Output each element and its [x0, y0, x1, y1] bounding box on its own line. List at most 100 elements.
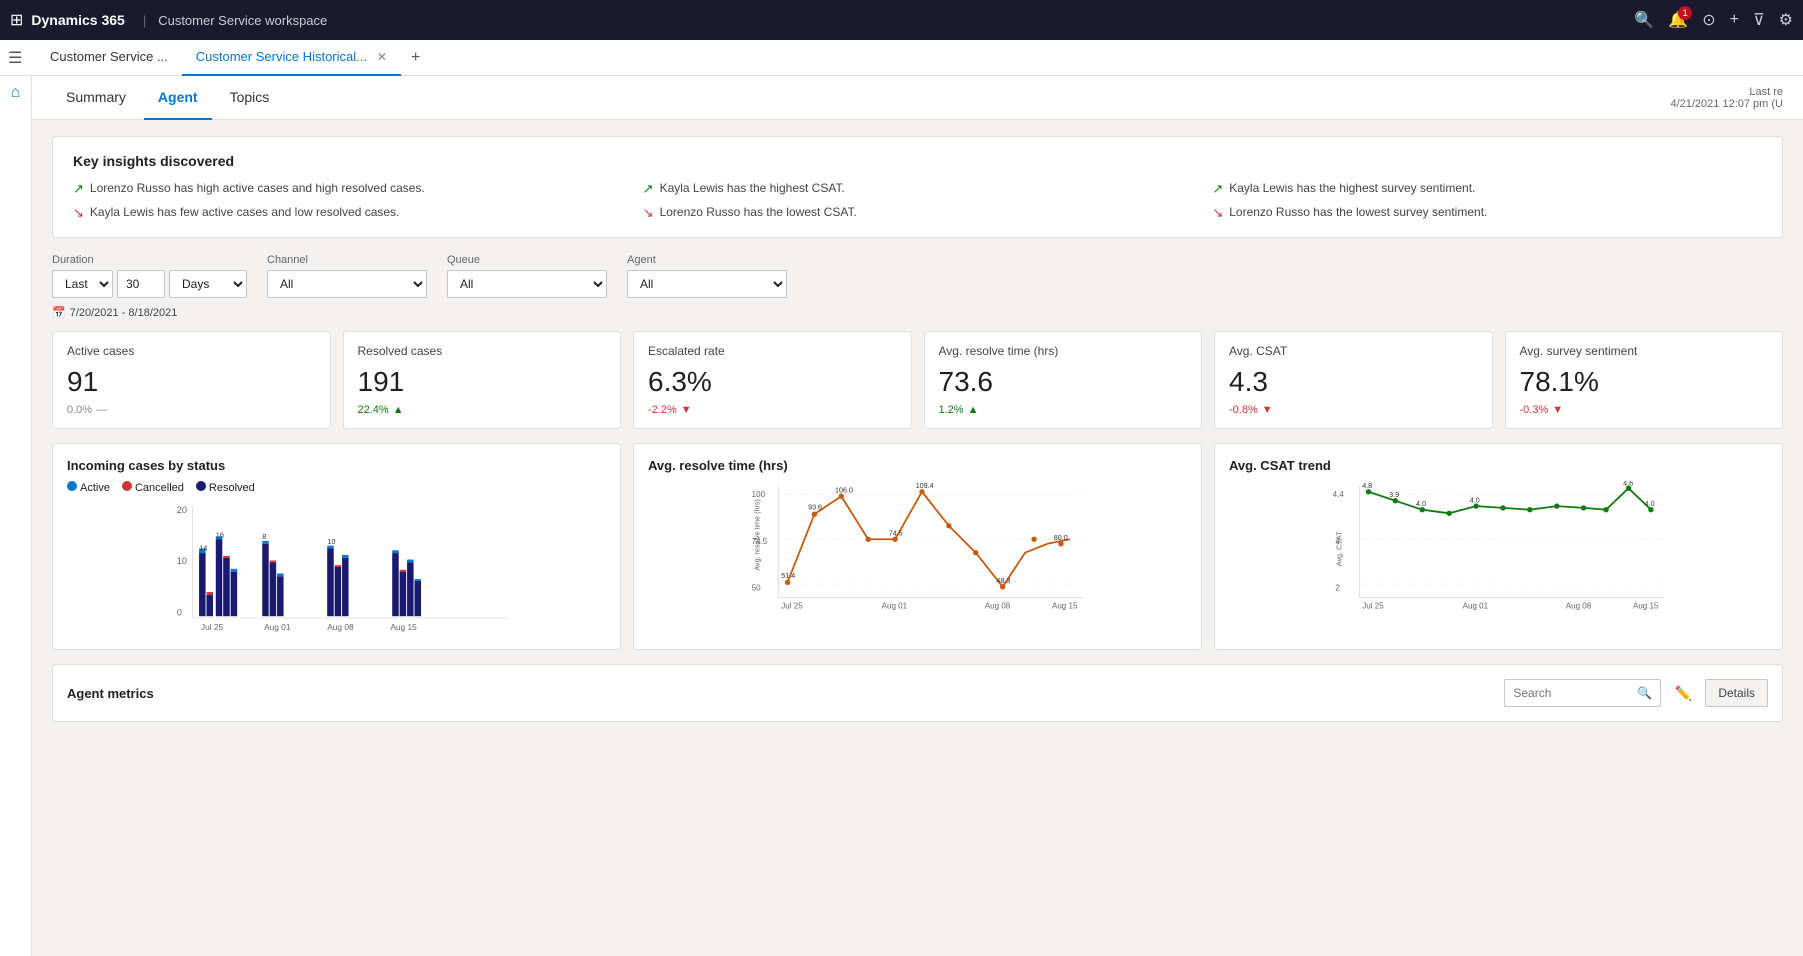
svg-text:51.4: 51.4	[781, 572, 795, 580]
insight-down-icon-4: ↘	[643, 205, 654, 221]
avg-resolve-time-chart-title: Avg. resolve time (hrs)	[648, 458, 1187, 473]
svg-text:Aug 08: Aug 08	[327, 622, 354, 632]
menu-icon[interactable]: ☰	[8, 48, 22, 68]
filter-icon[interactable]: ⊽	[1753, 10, 1765, 30]
svg-text:Avg. resolve time (hrs): Avg. resolve time (hrs)	[754, 499, 762, 570]
bell-icon[interactable]: 🔔 1	[1668, 10, 1688, 30]
active-cases-change: 0.0% —	[67, 404, 316, 416]
avg-resolve-time-arrow: ▲	[968, 404, 979, 416]
resolved-cases-arrow: ▲	[393, 404, 404, 416]
channel-select[interactable]: All	[267, 270, 427, 298]
agent-filter: Agent All	[627, 254, 787, 298]
insight-item-2: ↘ Kayla Lewis has few active cases and l…	[73, 205, 623, 221]
filters-section: Duration Last This Days Weeks Months	[52, 254, 1783, 319]
grid-icon[interactable]: ⊞	[10, 10, 23, 30]
app-name: Dynamics 365	[31, 12, 124, 28]
resolved-cases-value: 191	[358, 366, 607, 398]
agent-metrics-controls: 🔍 ✏️ Details	[1504, 679, 1768, 707]
agent-metrics-section: Agent metrics 🔍 ✏️ Details	[52, 664, 1783, 722]
tab-summary[interactable]: Summary	[52, 76, 140, 120]
avg-csat-trend-card: Avg. CSAT trend 4.4 4 2	[1214, 443, 1783, 650]
plus-icon[interactable]: +	[1730, 11, 1739, 29]
csat-dp-9	[1581, 505, 1586, 510]
svg-text:10: 10	[177, 556, 187, 566]
avg-survey-change: -0.3% ▼	[1520, 404, 1769, 416]
details-button[interactable]: Details	[1705, 679, 1768, 707]
avg-resolve-time-chart-container: 100 74.5 50	[648, 481, 1187, 614]
metric-escalated-rate: Escalated rate 6.3% -2.2% ▼	[633, 331, 912, 429]
csat-dp-8	[1554, 503, 1559, 508]
svg-text:93.6: 93.6	[808, 504, 822, 512]
sidebar: ⌂	[0, 76, 32, 956]
search-icon[interactable]: 🔍	[1634, 10, 1654, 30]
tab-agent[interactable]: Agent	[144, 76, 212, 120]
svg-text:Aug 01: Aug 01	[264, 622, 291, 632]
agent-select[interactable]: All	[627, 270, 787, 298]
duration-unit-select[interactable]: Days Weeks Months	[169, 270, 247, 298]
filters-row: Duration Last This Days Weeks Months	[52, 254, 1783, 298]
home-icon[interactable]: ⌂	[11, 84, 21, 102]
duration-value-input[interactable]	[117, 270, 165, 298]
tab-customer-service[interactable]: Customer Service ...	[36, 40, 182, 76]
avg-csat-value: 4.3	[1229, 366, 1478, 398]
insight-item-5: ↗ Kayla Lewis has the highest survey sen…	[1212, 181, 1762, 197]
svg-text:0: 0	[177, 607, 182, 617]
avg-resolve-time-chart-card: Avg. resolve time (hrs) 100 74.5 50	[633, 443, 1202, 650]
dp-7	[946, 523, 951, 528]
page-header: Summary Agent Topics Last re 4/21/2021 1…	[32, 76, 1803, 120]
incoming-cases-title: Incoming cases by status	[67, 458, 606, 473]
legend-resolved: Resolved	[196, 481, 255, 494]
channel-label: Channel	[267, 254, 427, 266]
last-refresh-info: Last re 4/21/2021 12:07 pm (U	[1670, 86, 1783, 110]
tab-close-icon[interactable]: ✕	[377, 50, 387, 64]
queue-select[interactable]: All	[447, 270, 607, 298]
top-navigation: ⊞ Dynamics 365 | Customer Service worksp…	[0, 0, 1803, 40]
incoming-cases-bar-chart: 20 10 0	[67, 502, 606, 632]
csat-dp-7	[1527, 507, 1532, 512]
svg-text:15: 15	[416, 571, 424, 580]
csat-dp-6	[1500, 505, 1505, 510]
escalated-rate-title: Escalated rate	[648, 344, 897, 358]
tab-customer-service-historical[interactable]: Customer Service Historical... ✕	[182, 40, 401, 76]
resolved-cases-title: Resolved cases	[358, 344, 607, 358]
gear-icon[interactable]: ⚙	[1779, 10, 1793, 30]
edit-columns-button[interactable]: ✏️	[1669, 679, 1697, 707]
incoming-cases-legend: Active Cancelled Resolved	[67, 481, 606, 494]
metric-resolved-cases: Resolved cases 191 22.4% ▲	[343, 331, 622, 429]
avg-csat-line-chart: 4.4 4 2	[1229, 481, 1768, 611]
svg-text:80.0: 80.0	[1054, 534, 1068, 542]
svg-text:50: 50	[752, 583, 761, 592]
avg-csat-change: -0.8% ▼	[1229, 404, 1478, 416]
tab-add-button[interactable]: +	[401, 49, 430, 67]
insights-card: Key insights discovered ↗ Lorenzo Russo …	[52, 136, 1783, 238]
target-icon[interactable]: ⊙	[1702, 10, 1715, 30]
dp-10	[1031, 537, 1036, 542]
svg-text:20: 20	[177, 505, 187, 515]
insight-item-1: ↗ Lorenzo Russo has high active cases an…	[73, 181, 623, 197]
svg-text:8: 8	[262, 532, 266, 541]
nav-separator: |	[143, 13, 146, 28]
svg-text:14: 14	[199, 543, 207, 552]
insight-down-icon-2: ↘	[73, 205, 84, 221]
active-cases-arrow: —	[96, 404, 107, 416]
svg-text:3.9: 3.9	[1389, 491, 1399, 499]
avg-survey-arrow: ▼	[1552, 404, 1563, 416]
svg-text:4.4: 4.4	[1333, 490, 1345, 499]
agent-search-input[interactable]	[1513, 686, 1633, 700]
avg-resolve-time-title: Avg. resolve time (hrs)	[939, 344, 1188, 358]
svg-text:Avg. CSAT: Avg. CSAT	[1336, 531, 1344, 566]
svg-text:Aug 15: Aug 15	[1633, 601, 1659, 610]
insight-up-icon-1: ↗	[73, 181, 84, 197]
dp-1	[785, 580, 790, 585]
dp-8	[973, 550, 978, 555]
avg-resolve-time-change: 1.2% ▲	[939, 404, 1188, 416]
agent-search-box: 🔍	[1504, 679, 1661, 707]
date-range: 📅 7/20/2021 - 8/18/2021	[52, 306, 1783, 319]
svg-text:Aug 01: Aug 01	[882, 601, 908, 610]
search-icon: 🔍	[1637, 686, 1652, 700]
avg-csat-arrow: ▼	[1262, 404, 1273, 416]
svg-text:Aug 08: Aug 08	[1566, 601, 1592, 610]
tab-topics[interactable]: Topics	[216, 76, 284, 120]
duration-prefix-select[interactable]: Last This	[52, 270, 113, 298]
avg-csat-chart-container: 4.4 4 2	[1229, 481, 1768, 614]
